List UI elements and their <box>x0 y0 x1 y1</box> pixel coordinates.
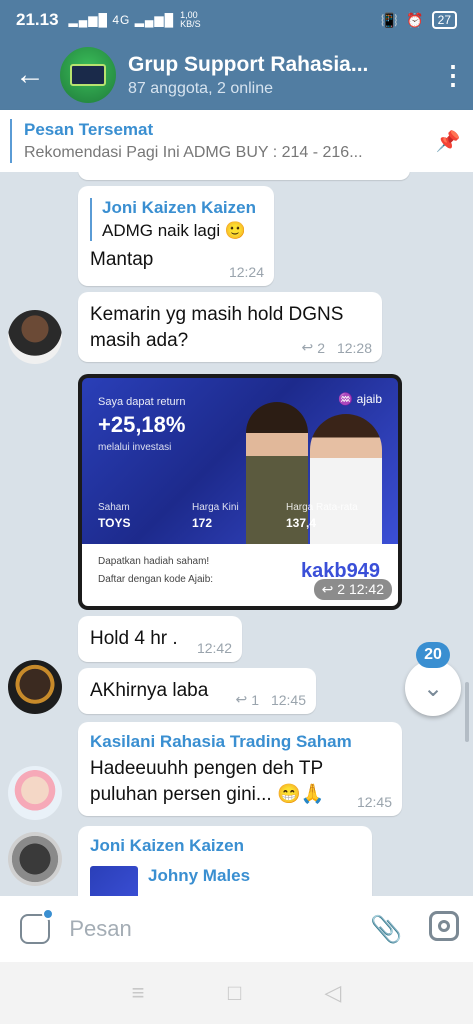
scroll-down-button[interactable]: ⌄ <box>405 660 461 716</box>
message-bubble[interactable]: Kemarin yg masih hold DGNS masih ada? ↩ 2… <box>78 292 382 362</box>
promo-return: +25,18% <box>98 412 186 437</box>
message-bubble[interactable]: AKhirnya laba ↩ 1 12:45 <box>78 668 316 714</box>
pinned-text: Rekomendasi Pagi Ini ADMG BUY : 214 - 21… <box>24 144 363 161</box>
promo-footer-text: Dapatkan hadiah saham! <box>98 556 210 567</box>
user-avatar[interactable] <box>8 310 62 364</box>
home-nav-icon[interactable]: □ <box>228 980 241 1006</box>
group-title: Grup Support Rahasia... <box>128 52 369 76</box>
back-arrow-icon[interactable]: ← <box>0 60 60 90</box>
group-subtitle: 87 anggota, 2 online <box>128 79 274 97</box>
person-image <box>310 414 382 544</box>
message-bubble[interactable] <box>78 172 410 180</box>
message-input[interactable] <box>69 916 358 942</box>
status-time: 21.13 <box>16 10 59 29</box>
sticker-button[interactable] <box>0 908 69 944</box>
reply-arrow-icon: ↩ <box>235 691 248 707</box>
camera-button[interactable] <box>415 910 473 948</box>
promo-value: TOYS <box>98 516 131 530</box>
promo-label: Harga Kini <box>192 502 239 513</box>
chat-area[interactable]: Joni Kaizen Kaizen ADMG naik lagi 🙂 Mant… <box>0 172 473 896</box>
back-nav-icon[interactable]: ◁ <box>324 980 341 1006</box>
promo-label: Harga Rata-rata <box>286 502 358 513</box>
ajaib-logo: ♒ ajaib <box>338 392 382 406</box>
chat-header: ← Grup Support Rahasia... 87 anggota, 2 … <box>0 40 473 110</box>
quote-thumbnail <box>90 866 138 896</box>
group-info[interactable]: Grup Support Rahasia... 87 anggota, 2 on… <box>128 53 433 98</box>
pinned-indicator <box>10 119 12 163</box>
message-meta: ↩ 2 12:28 <box>301 339 372 356</box>
paperclip-icon: 📎 <box>370 913 403 944</box>
user-avatar[interactable] <box>8 660 62 714</box>
menu-nav-icon[interactable]: ≡ <box>132 980 145 1006</box>
quote-sender: Joni Kaizen Kaizen <box>102 198 256 217</box>
user-avatar[interactable] <box>8 832 62 886</box>
message-meta: ↩ 2 12:42 <box>313 579 392 600</box>
promo-caption-2: melalui investasi <box>98 442 172 453</box>
promo-footer-text: Daftar dengan kode Ajaib: <box>98 574 214 585</box>
alarm-icon: ⏰ <box>406 11 424 28</box>
unread-count-badge: 20 <box>416 642 450 668</box>
message-meta: ↩ 1 12:45 <box>235 691 306 708</box>
quote-sender: Johny Males <box>148 866 251 885</box>
network-speed: 1,00 KB/S <box>180 10 201 29</box>
reply-arrow-icon: ↩ <box>301 339 314 355</box>
message-text: Hadeeuuhh pengen deh TP puluhan persen g… <box>90 758 325 805</box>
vibrate-icon: 📳 <box>380 11 399 28</box>
status-bar: 21.13 ▂▄▆█ 4G ▂▄▆█ 1,00 KB/S 📳 ⏰ 27 <box>0 0 473 40</box>
signal-icon: ▂▄▆█ 4G ▂▄▆█ <box>68 13 175 27</box>
message-sender[interactable]: Kasilani Rahasia Trading Saham <box>90 732 390 752</box>
message-time: 12:45 <box>356 794 392 810</box>
chevron-down-icon: ⌄ <box>422 674 444 702</box>
message-bubble[interactable]: Hold 4 hr . 12:42 <box>78 616 242 662</box>
group-avatar[interactable] <box>60 47 116 103</box>
message-time: 12:42 <box>196 640 232 656</box>
camera-icon <box>429 910 460 941</box>
new-indicator <box>42 908 54 920</box>
reply-quote[interactable]: Johny Males <box>90 866 360 896</box>
reply-arrow-icon: ↩ <box>321 581 334 597</box>
attach-button[interactable]: 📎 <box>357 914 415 945</box>
system-nav-bar: ≡ □ ◁ <box>0 962 473 1024</box>
message-time: 12:24 <box>228 264 264 280</box>
more-menu-icon[interactable]: ⋮ <box>433 62 473 88</box>
promo-label: Saham <box>98 502 130 513</box>
battery-indicator: 27 <box>431 11 457 29</box>
reply-quote[interactable]: Joni Kaizen Kaizen ADMG naik lagi 🙂 <box>90 198 262 241</box>
message-sender[interactable]: Joni Kaizen Kaizen <box>90 836 360 856</box>
promo-value: 137,4 <box>286 516 317 530</box>
pinned-message-bar[interactable]: Pesan Tersemat Rekomendasi Pagi Ini ADMG… <box>0 110 473 172</box>
message-bubble[interactable]: Kasilani Rahasia Trading Saham Hadeeuuhh… <box>78 722 402 816</box>
user-avatar[interactable] <box>8 766 62 820</box>
pinned-title: Pesan Tersemat <box>24 120 154 139</box>
pin-list-icon[interactable]: 📌 <box>423 129 473 154</box>
message-bubble[interactable]: Joni Kaizen Kaizen ADMG naik lagi 🙂 Mant… <box>78 186 274 286</box>
scrollbar[interactable] <box>465 682 469 742</box>
promo-value: 172 <box>192 516 213 530</box>
promo-banner: Saya dapat return +25,18% melalui invest… <box>82 378 398 544</box>
message-input-bar: 📎 <box>0 896 473 962</box>
message-bubble[interactable]: Joni Kaizen Kaizen Johny Males <box>78 826 372 896</box>
quote-text: ADMG naik lagi 🙂 <box>102 221 246 240</box>
promo-image-message[interactable]: Saya dapat return +25,18% melalui invest… <box>78 374 402 610</box>
promo-caption: Saya dapat return <box>98 396 186 408</box>
